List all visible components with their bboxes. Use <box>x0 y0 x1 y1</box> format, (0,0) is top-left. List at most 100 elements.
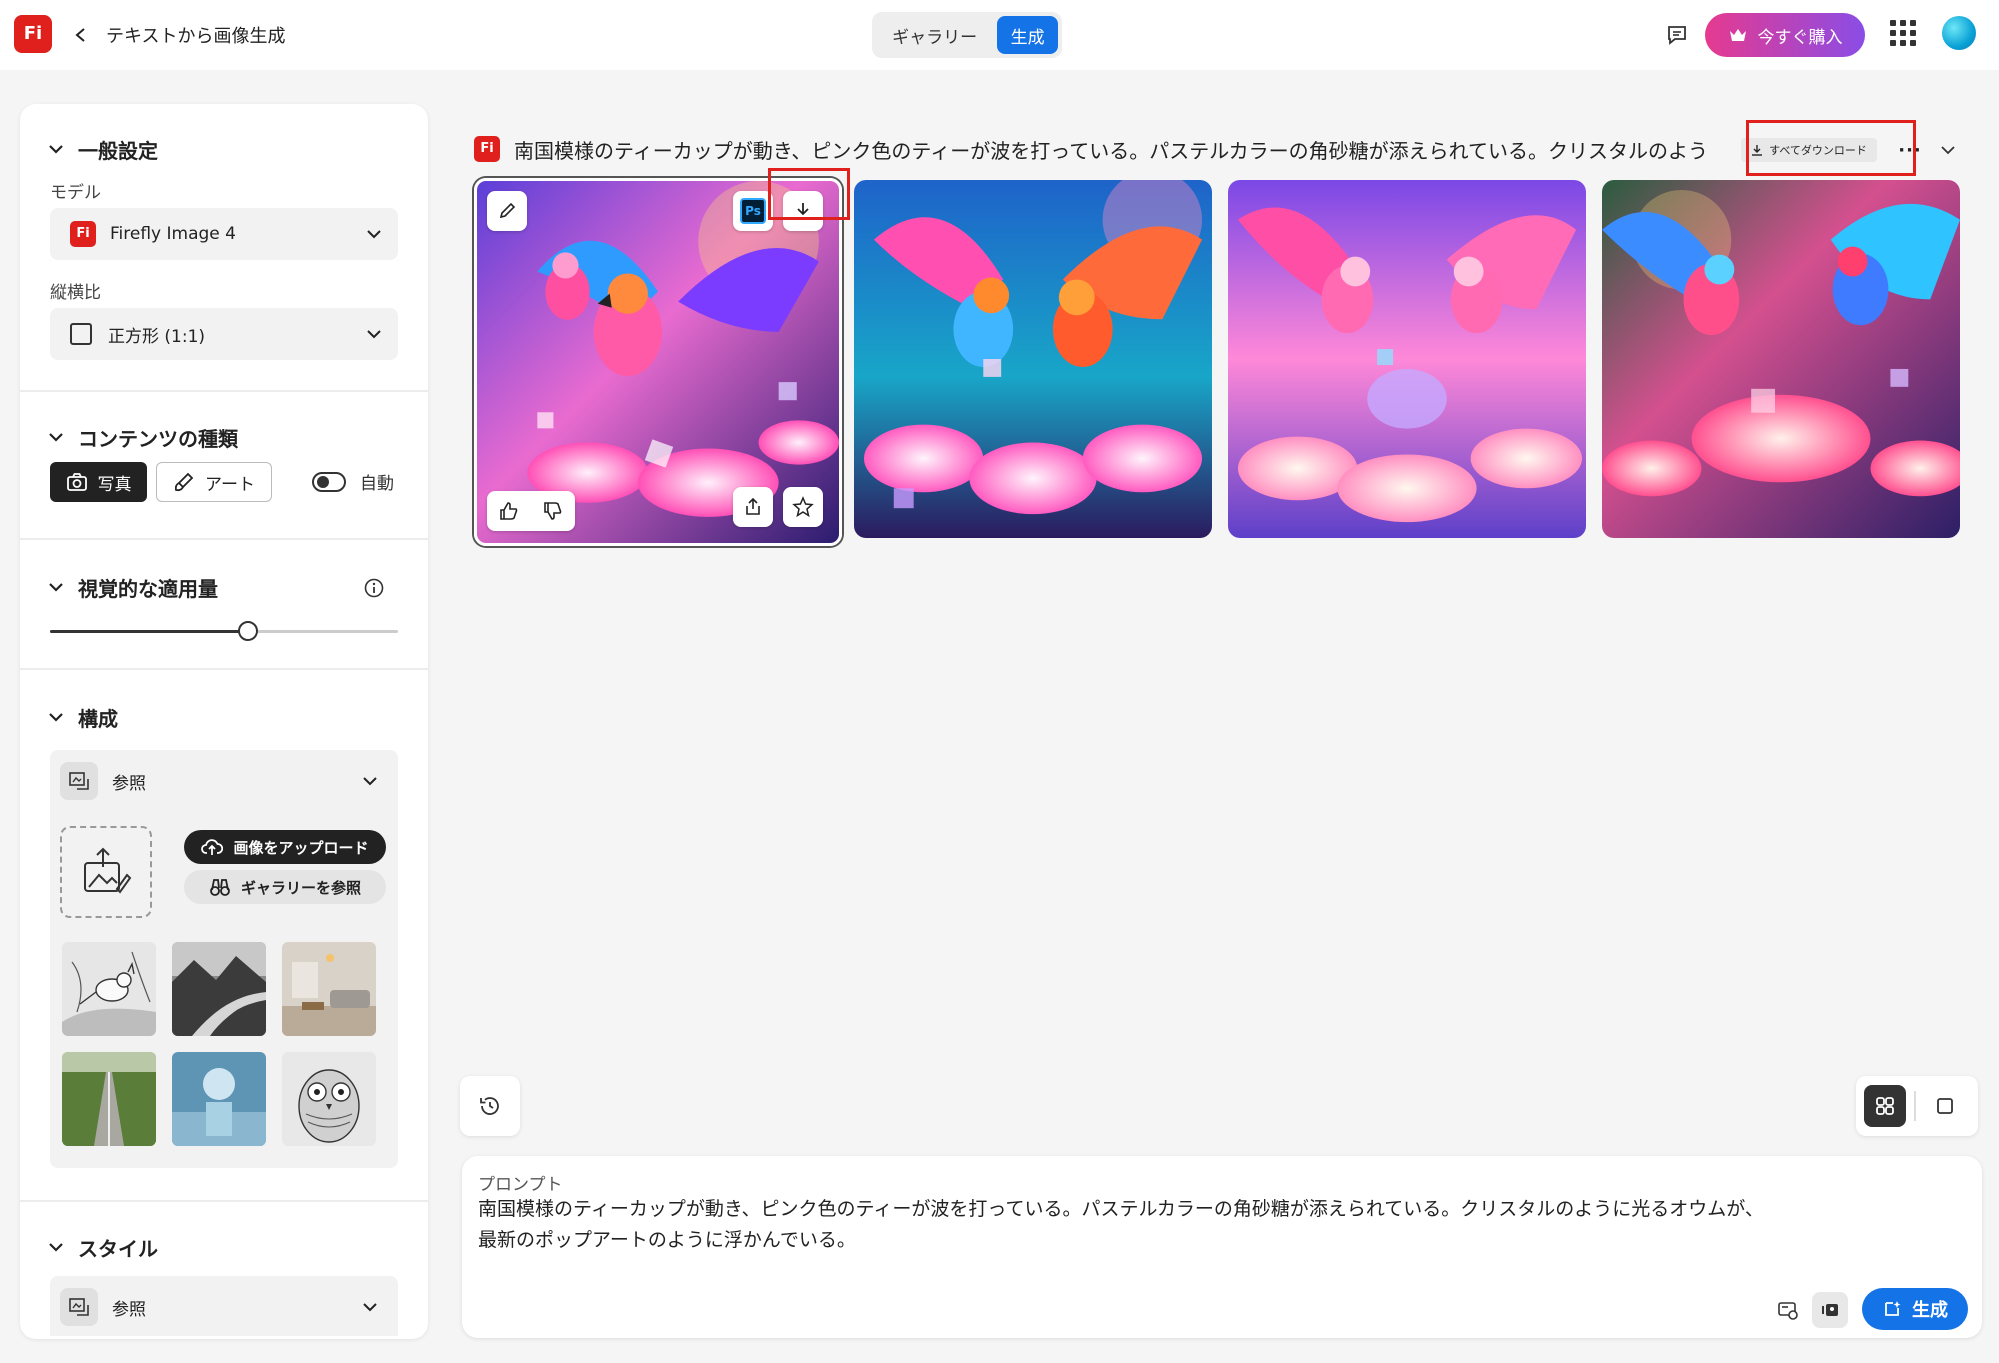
photoshop-icon: Ps <box>740 198 766 224</box>
image-drop-zone[interactable] <box>60 826 152 918</box>
section-composition[interactable]: 構成 <box>48 702 118 732</box>
image-settings-icon <box>1778 1302 1798 1320</box>
favorite-button[interactable] <box>783 487 823 527</box>
chevron-down-icon <box>49 433 63 442</box>
buy-now-button[interactable]: 今すぐ購入 <box>1705 13 1865 57</box>
chevron-down-icon <box>363 777 377 786</box>
composition-reference-select[interactable]: 参照 <box>60 760 388 802</box>
auto-label: 自動 <box>360 474 394 494</box>
settings-panel: 一般設定 モデル Fi Firefly Image 4 縦横比 正方形 (1:1… <box>20 104 428 1339</box>
grid-view-button[interactable] <box>1864 1085 1906 1127</box>
browse-gallery-button[interactable]: ギャラリーを参照 <box>184 870 386 904</box>
chevron-down-icon <box>49 1243 63 1252</box>
reference-thumbnail-owl-sketch[interactable] <box>282 1052 376 1146</box>
section-visual-intensity[interactable]: 視覚的な適用量 <box>48 572 218 602</box>
share-icon <box>746 497 760 515</box>
single-view-button[interactable] <box>1924 1085 1966 1127</box>
generate-button[interactable]: 生成 <box>1862 1288 1968 1330</box>
reference-thumbnail-bird-sketch[interactable] <box>62 942 156 1036</box>
firefly-logo[interactable]: Fi <box>14 15 52 53</box>
history-button[interactable] <box>460 1076 520 1136</box>
section-content-type[interactable]: コンテンツの種類 <box>48 422 238 452</box>
reference-thumbnail-mountain-river[interactable] <box>172 942 266 1036</box>
divider <box>1914 1091 1916 1121</box>
prompt-line-1: 南国模様のティーカップが動き、ピンク色のティーが波を打っている。パステルカラーの… <box>478 1198 1764 1220</box>
section-style[interactable]: スタイル <box>48 1232 158 1262</box>
view-toggle <box>1856 1076 1978 1136</box>
chevron-down-icon <box>49 583 63 592</box>
generated-image-4[interactable] <box>1602 180 1960 538</box>
content-type-art-button[interactable]: アート <box>156 462 272 502</box>
chevron-down-icon <box>367 330 381 339</box>
reference-icon <box>60 762 98 800</box>
chevron-down-icon <box>363 1303 377 1312</box>
aspect-ratio-value: 正方形 (1:1) <box>108 326 206 347</box>
section-title: スタイル <box>78 1236 158 1261</box>
generate-label: 生成 <box>1912 1300 1948 1321</box>
chevron-down-icon[interactable] <box>1938 140 1958 160</box>
parrots-teacups-image <box>854 180 1212 538</box>
prompt-suggestions-button[interactable] <box>1770 1292 1806 1328</box>
buy-now-label: 今すぐ購入 <box>1757 27 1843 48</box>
open-in-photoshop-button[interactable]: Ps <box>733 191 773 231</box>
prompt-label: プロンプト <box>478 1175 563 1195</box>
content-type-art-label: アート <box>205 474 255 495</box>
prompt-panel[interactable]: プロンプト 南国模様のティーカップが動き、ピンク色のティーが波を打っている。パス… <box>462 1156 1982 1338</box>
generated-image-1[interactable]: Ps <box>474 178 842 546</box>
grid-icon <box>1876 1097 1894 1115</box>
firefly-logo: Fi <box>70 221 96 247</box>
generated-image-3[interactable] <box>1228 180 1586 538</box>
style-reference-box: 参照 <box>50 1276 398 1336</box>
tab-generate[interactable]: 生成 <box>997 16 1058 54</box>
reference-icon <box>60 1288 98 1326</box>
pencil-icon <box>499 202 516 219</box>
reference-thumbnail-sphere-pedestal[interactable] <box>172 1052 266 1146</box>
highlight-box <box>768 168 850 220</box>
avatar[interactable] <box>1942 16 1976 50</box>
history-icon <box>480 1097 499 1115</box>
section-title: コンテンツの種類 <box>78 426 238 451</box>
upload-image-button[interactable]: 画像をアップロード <box>184 830 386 864</box>
chevron-left-icon <box>75 28 85 42</box>
page-title: テキストから画像生成 <box>106 26 286 47</box>
brush-icon <box>174 472 194 492</box>
style-reference-select[interactable]: 参照 <box>60 1286 388 1328</box>
reference-thumbnail-living-room[interactable] <box>282 942 376 1036</box>
mode-toggle: ギャラリー 生成 <box>872 12 1062 58</box>
generated-image-2[interactable] <box>854 180 1212 538</box>
auto-toggle[interactable] <box>312 472 346 492</box>
visual-intensity-slider[interactable] <box>50 621 398 641</box>
reference-image-button[interactable] <box>1812 1292 1848 1328</box>
chevron-down-icon <box>49 713 63 722</box>
app-grid-icon[interactable] <box>1890 20 1916 46</box>
reference-label: 参照 <box>112 773 146 794</box>
reference-label: 参照 <box>112 1299 146 1320</box>
content-type-photo-button[interactable]: 写真 <box>50 462 147 502</box>
firefly-logo: Fi <box>474 136 500 162</box>
divider <box>20 668 428 670</box>
chevron-down-icon <box>367 230 381 239</box>
tab-gallery[interactable]: ギャラリー <box>876 16 993 54</box>
share-button[interactable] <box>733 487 773 527</box>
prompt-input[interactable]: 南国模様のティーカップが動き、ピンク色のティーが波を打っている。パステルカラーの… <box>478 1194 1878 1256</box>
info-icon[interactable] <box>364 578 384 598</box>
section-general-settings[interactable]: 一般設定 <box>48 134 158 164</box>
reference-thumbnail-field-road[interactable] <box>62 1052 156 1146</box>
star-icon <box>792 496 814 518</box>
thumbs-down-button[interactable] <box>538 496 568 526</box>
thumbs-up-button[interactable] <box>494 496 524 526</box>
cloud-upload-icon <box>201 839 224 855</box>
section-title: 視覚的な適用量 <box>78 576 218 601</box>
feedback-group <box>487 491 575 531</box>
content-type-photo-label: 写真 <box>97 474 132 495</box>
feedback-button[interactable] <box>1662 20 1692 50</box>
edit-button[interactable] <box>487 191 527 231</box>
aspect-ratio-select[interactable]: 正方形 (1:1) <box>50 308 398 360</box>
thumbs-down-icon <box>544 502 562 520</box>
model-label: モデル <box>50 183 101 203</box>
slider-handle[interactable] <box>238 621 259 641</box>
model-select[interactable]: Fi Firefly Image 4 <box>50 208 398 260</box>
slider-fill <box>50 630 249 633</box>
back-button[interactable] <box>68 20 94 50</box>
square-icon <box>70 323 92 345</box>
